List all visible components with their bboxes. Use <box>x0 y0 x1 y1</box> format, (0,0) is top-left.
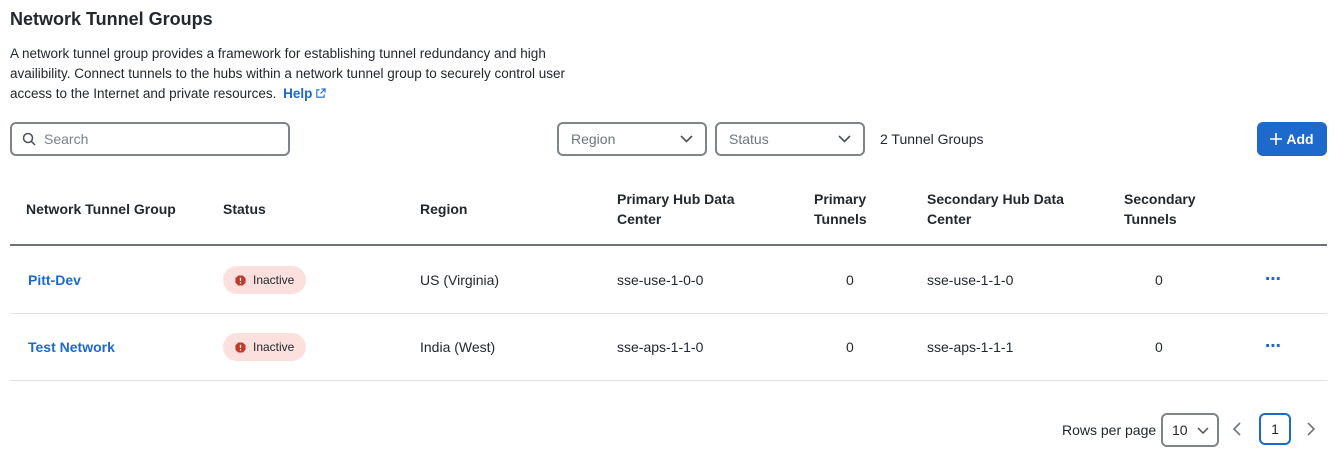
page-number-button[interactable]: 1 <box>1259 413 1291 445</box>
secondary-hub-cell: sse-aps-1-1-1 <box>927 339 1014 355</box>
add-button-label: Add <box>1286 131 1314 147</box>
alert-hexagon-icon <box>235 341 246 353</box>
tunnel-group-name-link[interactable]: Pitt-Dev <box>28 272 81 288</box>
column-header-name[interactable]: Network Tunnel Group <box>26 199 176 219</box>
more-horizontal-icon[interactable]: ⋯ <box>1265 269 1282 289</box>
search-box[interactable] <box>10 122 290 156</box>
result-count: 2 Tunnel Groups <box>880 131 984 147</box>
rows-per-page-select[interactable]: 10 <box>1161 413 1219 447</box>
tunnel-group-name-link[interactable]: Test Network <box>28 339 115 355</box>
status-badge-label: Inactive <box>253 340 295 354</box>
status-badge: Inactive <box>223 266 307 294</box>
column-header-region[interactable]: Region <box>420 199 467 219</box>
column-header-primary-hub[interactable]: Primary Hub Data Center <box>617 189 747 229</box>
rows-per-page-label: Rows per page <box>1062 422 1157 438</box>
region-select-label: Region <box>571 131 616 147</box>
chevron-down-icon <box>1197 426 1209 434</box>
region-cell: US (Virginia) <box>420 272 500 288</box>
status-select-label: Status <box>729 131 769 147</box>
chevron-down-icon <box>680 135 693 143</box>
table-row: Test Network Inactive India (West) sse-a… <box>10 314 1327 381</box>
primary-tunnels-cell: 0 <box>846 339 854 355</box>
status-select[interactable]: Status <box>715 122 865 156</box>
primary-tunnels-cell: 0 <box>846 272 854 288</box>
help-link[interactable]: Help <box>283 86 327 101</box>
status-badge-label: Inactive <box>253 273 295 287</box>
more-horizontal-icon[interactable]: ⋯ <box>1265 336 1282 356</box>
page-description: A network tunnel group provides a framew… <box>10 44 610 104</box>
table-row: Pitt-Dev Inactive US (Virginia) sse-use-… <box>10 247 1327 314</box>
status-badge: Inactive <box>223 333 307 361</box>
rows-per-page-value: 10 <box>1172 422 1188 438</box>
table-header: Network Tunnel Group Status Region Prima… <box>10 178 1327 246</box>
chevron-right-icon[interactable] <box>1305 421 1317 437</box>
primary-hub-cell: sse-aps-1-1-0 <box>617 339 704 355</box>
region-select[interactable]: Region <box>557 122 707 156</box>
chevron-left-icon[interactable] <box>1231 421 1243 437</box>
chevron-down-icon <box>838 135 851 143</box>
region-cell: India (West) <box>420 339 496 355</box>
column-header-primary-tunnels[interactable]: Primary Tunnels <box>814 189 884 229</box>
search-input[interactable] <box>44 131 264 147</box>
external-link-icon <box>316 88 327 98</box>
page-title: Network Tunnel Groups <box>10 9 213 29</box>
column-header-secondary-tunnels[interactable]: Secondary Tunnels <box>1124 189 1214 229</box>
secondary-tunnels-cell: 0 <box>1155 272 1163 288</box>
primary-hub-cell: sse-use-1-0-0 <box>617 272 704 288</box>
add-button[interactable]: Add <box>1257 122 1327 156</box>
column-header-status[interactable]: Status <box>223 199 266 219</box>
secondary-hub-cell: sse-use-1-1-0 <box>927 272 1014 288</box>
secondary-tunnels-cell: 0 <box>1155 339 1163 355</box>
help-link-label: Help <box>283 86 313 101</box>
column-header-secondary-hub[interactable]: Secondary Hub Data Center <box>927 189 1077 229</box>
search-icon <box>22 132 36 146</box>
alert-hexagon-icon <box>235 274 246 286</box>
plus-icon <box>1270 133 1283 145</box>
